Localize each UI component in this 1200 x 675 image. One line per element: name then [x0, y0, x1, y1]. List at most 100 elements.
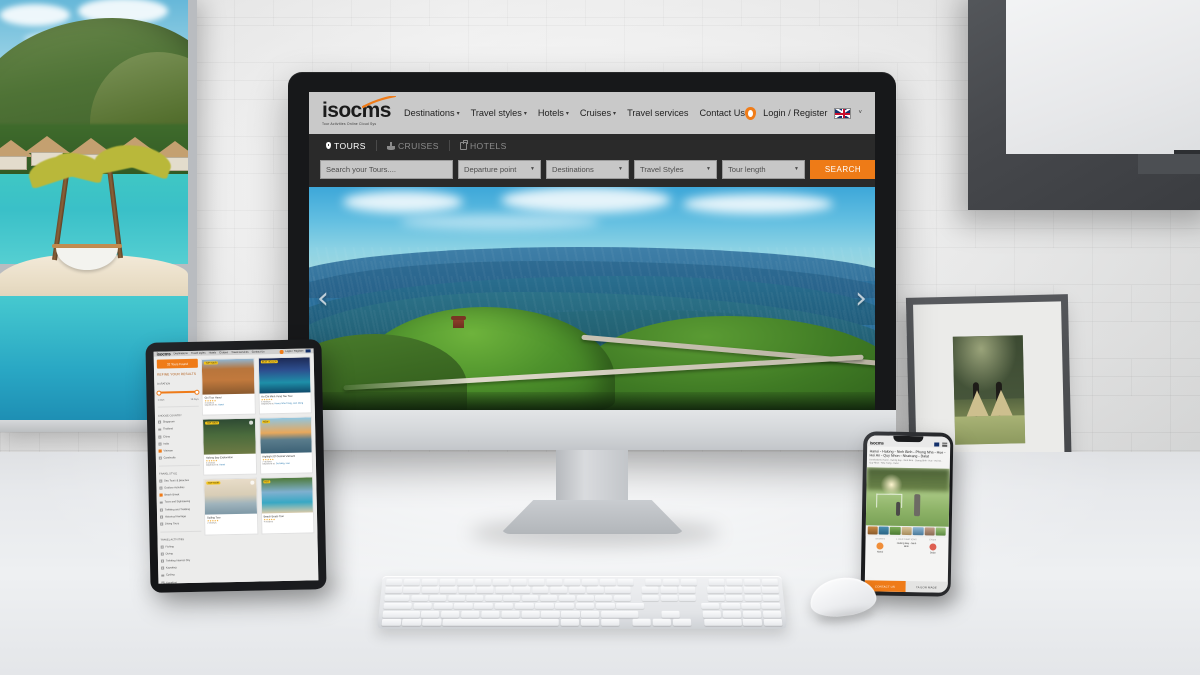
filter-option[interactable]: China — [158, 434, 199, 439]
filter-option[interactable]: Fishing — [160, 544, 202, 549]
checkbox[interactable] — [159, 479, 163, 483]
filter-option[interactable]: Kayaking — [161, 580, 202, 584]
filter-option[interactable]: Beach Break — [159, 492, 201, 497]
tour-reviews: 4 reviews — [263, 520, 273, 524]
filter-option[interactable]: Trekking and Trekking — [159, 507, 201, 512]
slider-handle-min[interactable] — [156, 390, 162, 396]
thumbnail[interactable] — [878, 526, 890, 536]
thumbnail[interactable] — [889, 527, 901, 536]
tab-cruises[interactable]: CRUISES — [386, 141, 439, 151]
keyboard[interactable] — [377, 575, 787, 629]
tailor-made-button[interactable]: TAILOR MADE — [905, 580, 948, 593]
filter-option[interactable]: Sea Tours & Beaches — [159, 478, 200, 483]
tour-length-select[interactable]: Tour length ▼ — [722, 159, 805, 179]
filter-option[interactable]: Diving Tours — [160, 521, 201, 526]
checkbox[interactable] — [160, 559, 164, 563]
duration-slider[interactable] — [156, 389, 200, 396]
checkbox[interactable] — [161, 566, 164, 570]
tab-hotels[interactable]: HOTELS — [459, 140, 507, 151]
language-chevron-down-icon[interactable]: ˅ — [858, 110, 862, 116]
checkbox[interactable] — [161, 581, 165, 584]
checkbox[interactable] — [159, 508, 163, 512]
tablet-nav-cruises[interactable]: Cruises — [219, 351, 228, 354]
filter-option[interactable]: Cycling — [161, 573, 202, 578]
checkbox[interactable] — [160, 545, 164, 549]
checkbox-checked[interactable] — [159, 493, 163, 497]
tour-card[interactable]: HOT Beach Boats Tour ★★★★★ 4 reviews — [259, 476, 315, 535]
tablet-nav-destinations[interactable]: Destinations — [174, 352, 188, 355]
checkbox[interactable] — [158, 428, 162, 431]
thumbnail[interactable] — [935, 527, 947, 537]
checkbox[interactable] — [161, 574, 165, 577]
hero-prev-arrow[interactable]: ‹ — [317, 283, 329, 314]
nav-item-contact-us[interactable]: Contact Us — [700, 108, 745, 118]
filter-option[interactable]: Diving — [160, 551, 202, 556]
uk-flag-icon[interactable] — [934, 442, 940, 447]
checkbox[interactable] — [158, 435, 162, 439]
search-button[interactable]: SEARCH — [810, 159, 875, 179]
tablet-nav-travel-services[interactable]: Travel services — [231, 351, 248, 354]
filter-option[interactable]: Vietnam — [158, 448, 200, 453]
tablet-nav-travel-styles[interactable]: Travel styles — [191, 352, 206, 355]
hero-vignette — [309, 392, 875, 410]
filter-option[interactable]: Outdoor Activities — [159, 485, 200, 490]
checkbox-checked[interactable] — [158, 449, 162, 453]
checkbox[interactable] — [160, 522, 164, 526]
destinations-select[interactable]: Destinations ▼ — [546, 159, 629, 179]
tour-card[interactable]: BEST SELLER Ho Chi Minh Vung Tau Tour ★★… — [257, 356, 312, 415]
thumbnail[interactable] — [912, 527, 924, 536]
nav-item-travel-services[interactable]: Travel services — [627, 108, 688, 118]
tour-card[interactable]: NEW Highlight Of Central Vietnam ★★★★★ 7… — [258, 416, 314, 475]
tab-tours[interactable]: TOURS — [326, 141, 366, 151]
brand-logo[interactable]: isocms Tour Activities Online Cloud Sys — [322, 96, 396, 126]
search-input[interactable]: Search your Tours.... — [320, 159, 453, 179]
tablet-nav-hotels[interactable]: Hotels — [209, 351, 216, 354]
thumbnail[interactable] — [901, 527, 912, 536]
select-value: Travel Styles — [640, 164, 684, 174]
tablet-nav-contact-us[interactable]: Contact Us — [252, 350, 265, 353]
departure-value: Hanoi — [218, 403, 224, 407]
checkbox[interactable] — [160, 515, 163, 519]
filter-option[interactable]: Historical Heritage — [160, 514, 201, 519]
thumbnail[interactable] — [867, 526, 878, 535]
photo-water — [954, 415, 1026, 445]
nav-item-destinations[interactable]: Destinations ▾ — [404, 108, 460, 118]
favorite-icon[interactable] — [249, 480, 254, 485]
filter-option[interactable]: Trekking Interest City — [160, 558, 202, 563]
filter-option[interactable]: Thailand — [158, 427, 199, 432]
hamburger-menu-icon[interactable] — [941, 442, 947, 447]
uk-flag-icon[interactable] — [305, 349, 311, 353]
option-label: Vietnam — [163, 449, 173, 453]
tablet-login-link[interactable]: Login / Register — [285, 350, 303, 353]
checkbox[interactable] — [159, 501, 163, 504]
checkbox[interactable] — [159, 486, 163, 490]
login-register-link[interactable]: Login / Register — [763, 108, 827, 118]
filter-option[interactable]: Cambodia — [158, 455, 200, 460]
checkbox[interactable] — [158, 442, 162, 446]
checkbox[interactable] — [158, 420, 161, 424]
travel-styles-select[interactable]: Travel Styles ▼ — [634, 159, 717, 179]
tour-card[interactable]: TOP TOUR Halong Bay Exploration ★★★★★ 3 … — [202, 417, 257, 476]
favorite-icon[interactable] — [248, 420, 253, 425]
hero-treeline — [865, 467, 950, 492]
tour-card[interactable]: TOP TOUR Sailing Tour ★★★★★ 2 reviews — [203, 477, 258, 536]
departure-point-select[interactable]: Departure point ▼ — [458, 159, 541, 179]
hero-next-arrow[interactable]: › — [855, 283, 867, 314]
filter-option[interactable]: Tours and Sightseeing — [159, 500, 201, 505]
phone-logo[interactable]: isocms — [870, 440, 884, 445]
nav-item-cruises[interactable]: Cruises ▾ — [580, 108, 616, 118]
nav-item-hotels[interactable]: Hotels ▾ — [538, 108, 569, 118]
tour-badge: TOP TOUR — [206, 481, 221, 485]
checkbox[interactable] — [160, 552, 164, 556]
nav-item-travel-styles[interactable]: Travel styles ▾ — [471, 108, 527, 118]
slider-handle-max[interactable] — [194, 389, 200, 395]
keyboard-rows — [381, 578, 783, 626]
checkbox[interactable] — [158, 456, 162, 460]
tour-card[interactable]: TOP TOUR Chi Tour Hanoi ★★★★★ 3 reviews … — [200, 357, 256, 416]
uk-flag-icon[interactable] — [834, 107, 852, 119]
keyboard-row-space — [381, 619, 783, 626]
thumbnail[interactable] — [924, 527, 935, 536]
filter-option[interactable]: Kayaking — [161, 565, 202, 570]
filter-option[interactable]: Singapore — [158, 419, 199, 424]
filter-option[interactable]: India — [158, 441, 199, 446]
